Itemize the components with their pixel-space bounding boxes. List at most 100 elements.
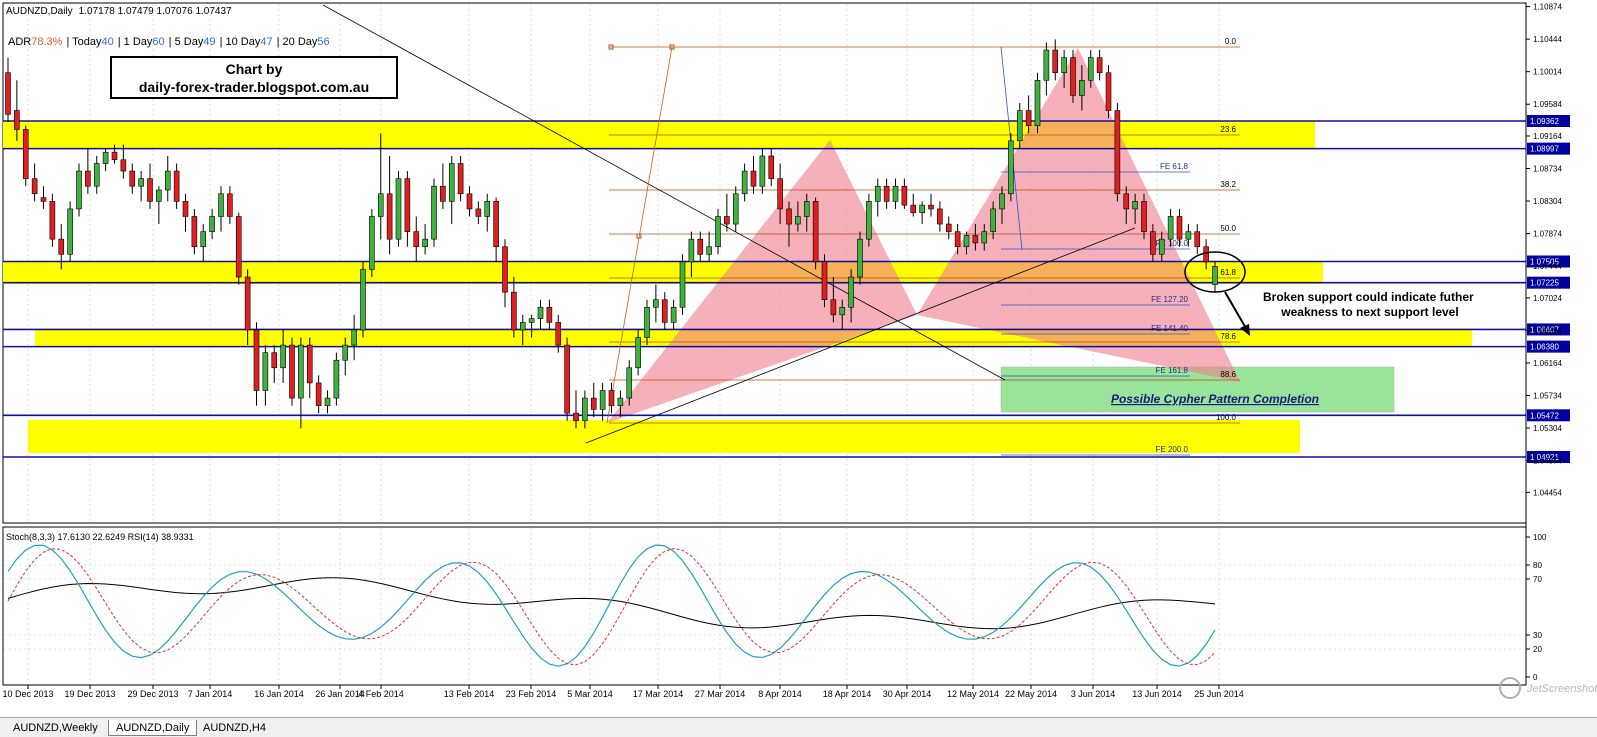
price-line-label: 1.05472 [1530,411,1559,420]
price-label: 1.04874 [1533,457,1562,466]
chart-tab[interactable]: AUDNZD,Daily [108,720,198,736]
price-line-label: 1.08997 [1530,145,1559,154]
candle-body [1176,216,1183,240]
candle-body [874,185,881,202]
price-label: 1.05734 [1533,391,1562,400]
candle-body [111,151,118,161]
candle-body [191,216,198,248]
candle-body [1025,110,1032,126]
candle [333,352,340,406]
candle-body [244,276,251,331]
candle-body [14,110,20,130]
candle-body [768,155,775,179]
candle-body [93,163,100,187]
candle-body [990,208,996,232]
candle-body [1212,266,1218,285]
candle-body [164,170,171,191]
candle-body [200,231,207,248]
zone-4 [28,420,1300,453]
candle-body [999,193,1005,210]
candle-body [351,329,357,346]
candle-body [31,178,38,195]
candle-body [209,216,215,232]
candle [76,163,82,217]
candle-body [315,382,322,406]
candle [866,193,872,247]
candle-body [972,235,979,244]
price-line-label: 1.06380 [1530,343,1559,352]
candle-body [138,178,144,187]
candle-body [298,344,304,399]
fib-label: 0.0 [1225,37,1237,46]
price-label: 1.05304 [1533,424,1562,433]
candle-body [706,246,712,255]
price-label: 1.09164 [1533,132,1562,141]
candle [369,208,375,278]
candle-body [555,322,562,346]
candle-body [306,344,313,384]
candle-body [289,344,295,399]
price-label: 1.10014 [1533,68,1562,77]
candle-body [963,235,970,248]
fe-label: FE 141.40 [1151,324,1188,333]
candle [564,337,570,421]
broken-support-text: Broken support could indicate futher wea… [1263,290,1477,319]
candle-body [271,352,278,369]
candle-body [608,390,615,406]
price-line-label: 1.07225 [1530,279,1559,288]
fe-label: FE 127.20 [1151,295,1188,304]
candle-body [386,193,393,240]
candle-body [448,163,455,202]
date-label: 27 Mar 2014 [695,689,746,699]
chart-tab[interactable]: AUDNZD,H4 [196,720,273,736]
candle-body [937,208,943,225]
price-label: 1.06164 [1533,359,1562,368]
price-label: 1.07444 [1533,262,1562,271]
candle-body [626,367,633,399]
candle-body [1016,110,1023,142]
candle-body [342,344,349,361]
date-label: 25 Jun 2014 [1194,689,1244,699]
date-label: 29 Dec 2013 [127,689,178,699]
candle-body [1096,57,1103,74]
candle-body [422,238,428,248]
candle-body [1114,110,1121,195]
candle-body [173,170,180,202]
price-label: 1.07874 [1533,230,1562,239]
candle [812,197,819,270]
candle-body [466,193,473,210]
candle-body [519,322,526,331]
candle-body [182,201,189,217]
candle-body [431,185,437,240]
candle-body [537,306,544,319]
brand-text: JetScreenshot [1526,683,1597,695]
candle-body [511,291,517,331]
fe-label: FE 200.0 [1156,445,1189,454]
candle-body [156,189,162,202]
candle-body [1158,238,1165,255]
candle-body [58,238,65,255]
candle-body [377,193,384,217]
candle-body [1008,140,1014,195]
fib-label: 50.0 [1220,224,1236,233]
indicator-level-label: 30 [1533,631,1542,640]
indicator-level-label: 70 [1533,575,1542,584]
candle-body [475,208,482,217]
candle-body [395,178,402,240]
candle-body [484,201,491,217]
chart-canvas[interactable]: 0.0 23.6 38.2 50.0 61.8 78.6 88.6 100.0 FE 61.8 F… [0,0,1597,717]
candle-body [253,329,260,391]
price-label: 1.10444 [1533,35,1562,44]
fe-label: FE 61.8 [1160,162,1189,171]
candle-body [22,129,29,179]
candle-body [981,231,988,244]
candle-body [1061,57,1067,74]
chart-tab[interactable]: AUDNZD,Weekly [6,720,105,736]
candle-body [661,299,668,323]
candle-body [954,231,961,248]
candle-body [590,397,597,410]
candle-body [821,261,828,301]
candle [360,261,366,338]
candle-body [777,178,783,210]
window-title: AUDNZD,Daily 1.07178 1.07479 1.07076 1.07… [6,6,232,17]
